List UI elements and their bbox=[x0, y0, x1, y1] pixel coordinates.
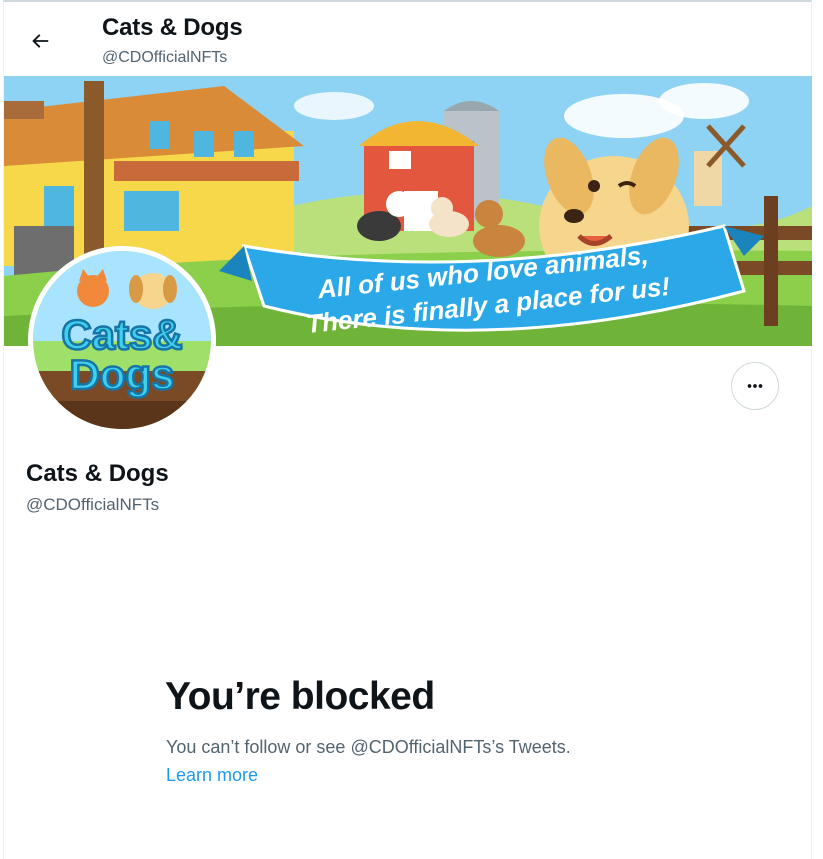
more-options-button[interactable] bbox=[731, 362, 779, 410]
page-title: Cats & Dogs bbox=[102, 14, 243, 41]
blocked-heading: You’re blocked bbox=[165, 675, 435, 718]
top-bar: Cats & Dogs @CDOfficialNFTs bbox=[4, 2, 811, 76]
profile-handle: @CDOfficialNFTs bbox=[26, 495, 160, 514]
profile-name: Cats & Dogs bbox=[26, 460, 169, 487]
page-subtitle-handle: @CDOfficialNFTs bbox=[102, 49, 228, 66]
back-button[interactable] bbox=[22, 23, 58, 59]
blocked-description: You can’t follow or see @CDOfficialNFTs’… bbox=[166, 737, 571, 757]
learn-more-link[interactable]: Learn more bbox=[166, 765, 258, 786]
profile-page: Cats & Dogs @CDOfficialNFTs All of us wh… bbox=[3, 0, 812, 859]
arrow-left-icon bbox=[32, 34, 49, 48]
avatar-logo-image: Cats& Dogs bbox=[33, 251, 211, 429]
avatar[interactable]: Cats& Dogs bbox=[28, 246, 216, 434]
avatar-logo-line2: Dogs bbox=[70, 351, 175, 398]
more-horizontal-icon bbox=[747, 384, 763, 388]
